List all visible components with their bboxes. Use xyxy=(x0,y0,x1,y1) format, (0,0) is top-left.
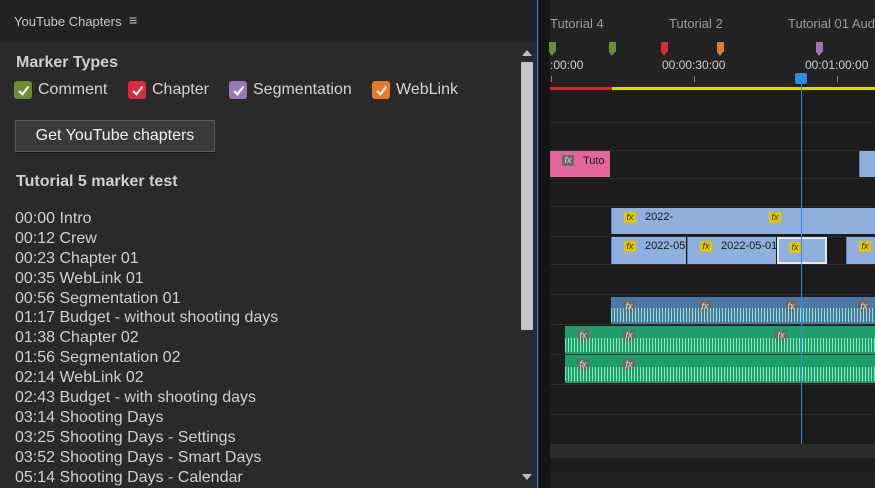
sequence-timeline[interactable]: Tutorial 4 Tutorial 2 Tutorial 01 Aud :0… xyxy=(539,0,875,488)
marker-name-label: Tutorial 01 Aud xyxy=(788,16,875,31)
panel-header: YouTube Chapters ≡ xyxy=(0,0,537,42)
selected-video-clip[interactable]: fx xyxy=(777,237,827,264)
panel-content: Marker Types Comment Chapter Segmentatio… xyxy=(0,42,518,488)
chapter-item: 00:23 Chapter 01 xyxy=(15,249,139,267)
youtube-chapters-panel: YouTube Chapters ≡ Marker Types Comment … xyxy=(0,0,538,488)
track-divider xyxy=(550,324,875,325)
timeline-footer xyxy=(550,472,875,488)
audio-waveform xyxy=(611,308,875,322)
weblink-checkbox[interactable]: WebLink xyxy=(372,81,458,99)
panel-scrollbar[interactable] xyxy=(518,42,537,488)
fx-badge-icon: fx xyxy=(624,241,636,252)
video-clip[interactable]: fx 2022-05-01 xyxy=(687,237,776,264)
audio-waveform xyxy=(565,338,875,352)
scroll-down-arrow-icon[interactable] xyxy=(522,474,532,480)
comment-marker-icon[interactable] xyxy=(609,42,616,56)
checkmark-icon xyxy=(229,81,247,99)
track-divider xyxy=(550,384,875,385)
weblink-marker-icon[interactable] xyxy=(717,42,724,56)
fx-badge-icon: fx xyxy=(624,212,636,223)
checkmark-icon xyxy=(372,81,390,99)
video-clip[interactable]: fx 2022-05 xyxy=(611,237,686,264)
chapter-marker-icon[interactable] xyxy=(661,42,668,56)
clip-label: Tuto xyxy=(583,155,605,167)
track-divider xyxy=(550,294,875,295)
checkmark-icon xyxy=(128,81,146,99)
chapter-item: 02:14 WebLink 02 xyxy=(15,369,144,387)
ruler-tick xyxy=(551,76,552,82)
chapter-item: 00:00 Intro xyxy=(15,210,92,227)
timecode-label: 00:00:30:00 xyxy=(662,58,726,72)
comment-marker-icon[interactable] xyxy=(549,42,556,56)
segmentation-marker-icon[interactable] xyxy=(816,42,823,56)
track-divider xyxy=(550,178,875,179)
fx-badge-icon: fx xyxy=(769,212,781,223)
weblink-label: WebLink xyxy=(396,81,458,98)
chapter-item: 00:12 Crew xyxy=(15,229,97,247)
checkmark-icon xyxy=(14,81,32,99)
title-clip[interactable]: fx Tuto xyxy=(550,151,610,177)
chapter-item: 02:43 Budget - with shooting days xyxy=(15,389,257,407)
chapter-item: 01:56 Segmentation 02 xyxy=(15,349,181,367)
fx-badge-icon: fx xyxy=(700,241,712,252)
track-divider xyxy=(550,264,875,265)
timecode-label: :00:00 xyxy=(550,58,584,72)
track-divider xyxy=(550,206,875,207)
fx-badge-icon: fx xyxy=(789,242,801,253)
audio-clip[interactable]: fx fx xyxy=(565,355,875,383)
chapter-item: 00:56 Segmentation 01 xyxy=(15,289,181,307)
comment-label: Comment xyxy=(38,81,108,98)
chapter-item: 00:35 WebLink 01 xyxy=(15,269,144,287)
video-clip[interactable]: fx 2022- fx xyxy=(611,208,875,234)
video-clip[interactable]: fx xyxy=(846,237,875,264)
timeline-edge xyxy=(539,0,550,488)
marker-name-label: Tutorial 2 xyxy=(669,16,723,31)
chapter-item: 03:52 Shooting Days - Smart Days xyxy=(15,448,262,466)
scrollbar-thumb[interactable] xyxy=(521,62,533,330)
chapter-item: 03:25 Shooting Days - Settings xyxy=(15,428,236,446)
clip-label: 2022- xyxy=(645,211,674,223)
track-divider xyxy=(550,414,875,415)
segmentation-label: Segmentation xyxy=(253,81,352,98)
video-clip[interactable] xyxy=(859,151,875,177)
comment-checkbox[interactable]: Comment xyxy=(14,81,107,99)
ruler-tick xyxy=(837,76,838,82)
audio-clip[interactable]: fx fx fx xyxy=(565,326,875,354)
segmentation-checkbox[interactable]: Segmentation xyxy=(229,81,352,99)
timeline-tracks[interactable]: fx Tuto fx 2022- fx fx 2022-05 fx 2022-0… xyxy=(550,92,875,442)
chapter-list: 00:00 Intro 00:12 Crew 00:23 Chapter 01 … xyxy=(15,209,515,487)
audio-clip[interactable]: fx fx fx fx xyxy=(611,297,875,324)
chapter-item: 01:17 Budget - without shooting days xyxy=(15,309,279,327)
chapter-checkbox[interactable]: Chapter xyxy=(128,81,209,99)
chapter-item: 05:14 Shooting Days - Calendar xyxy=(15,468,243,486)
marker-name-label: Tutorial 4 xyxy=(550,16,604,31)
playhead-line[interactable] xyxy=(801,82,802,444)
scroll-up-arrow-icon[interactable] xyxy=(522,50,532,56)
render-status-bar xyxy=(550,87,612,90)
audio-waveform xyxy=(565,367,875,381)
timecode-label: 00:01:00:00 xyxy=(805,58,869,72)
marker-types-heading: Marker Types xyxy=(16,54,118,71)
ruler-tick xyxy=(694,76,695,82)
result-title: Tutorial 5 marker test xyxy=(16,173,178,190)
fx-badge-icon: fx xyxy=(562,155,574,166)
clip-label: 2022-05 xyxy=(645,240,686,252)
timeline-scrollbar[interactable] xyxy=(550,444,875,458)
time-ruler[interactable]: Tutorial 4 Tutorial 2 Tutorial 01 Aud :0… xyxy=(549,0,875,92)
chapter-label: Chapter xyxy=(152,81,209,98)
chapter-item: 03:14 Shooting Days xyxy=(15,408,164,426)
get-youtube-chapters-button[interactable]: Get YouTube chapters xyxy=(15,120,215,152)
panel-title: YouTube Chapters xyxy=(14,14,122,29)
clip-label: 2022-05-01 xyxy=(721,240,776,252)
track-divider xyxy=(550,122,875,123)
hamburger-menu-icon[interactable]: ≡ xyxy=(129,12,137,28)
chapter-item: 01:38 Chapter 02 xyxy=(15,329,139,347)
fx-badge-icon: fx xyxy=(859,241,871,252)
